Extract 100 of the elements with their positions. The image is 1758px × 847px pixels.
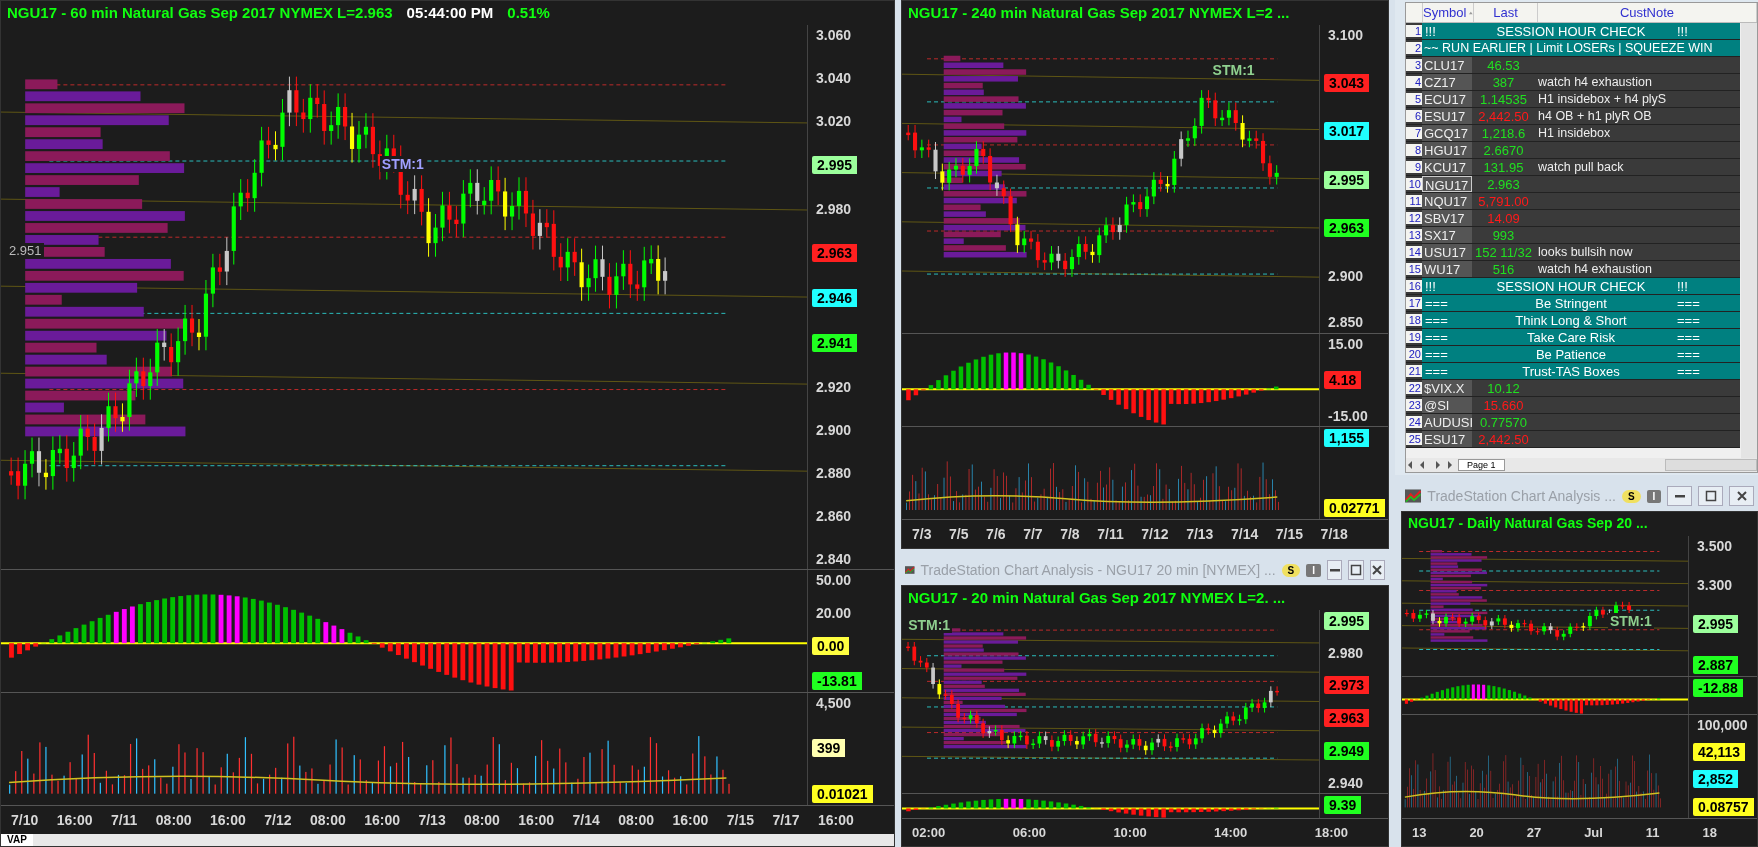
axis-label: 06:00 [1012, 825, 1046, 840]
price-cell-text: 46.53 [1486, 57, 1521, 73]
axis-label: Jul [1584, 825, 1603, 840]
symbol-cell[interactable]: SBV17 [1422, 210, 1472, 226]
price-cell-text: 387 [1491, 74, 1516, 90]
axis-label: 50.00 [815, 572, 852, 589]
row-number: 1 [1406, 25, 1422, 37]
row-number: 4 [1406, 76, 1422, 88]
axis-label: 2.860 [815, 508, 852, 524]
symbol-cell[interactable]: HGU17 [1422, 142, 1472, 158]
row-number: 22 [1406, 382, 1422, 394]
axis-label: 08:00 [155, 812, 192, 828]
column-header[interactable]: Last [1474, 3, 1538, 22]
price-tag: 0.08757 [1693, 797, 1754, 816]
banner-mark: !!! [1425, 278, 1437, 294]
axis-label: 16:00 [518, 812, 555, 828]
sheet-tab[interactable]: VAP [1, 834, 33, 846]
banner-text: ~~ RUN EARLIER | Limit LOSERs | SQUEEZE WIN [1422, 40, 1740, 56]
chart-title: 05:44:00 PM [406, 4, 494, 22]
banner-text: Take Care Risk [1525, 329, 1617, 345]
note-cell-text: looks bullsih now [1537, 245, 1634, 259]
banner-text: Be Patience [1534, 346, 1608, 362]
symbol-cell[interactable]: CZ17 [1422, 74, 1472, 90]
price-tag: 2.963 [1324, 708, 1370, 727]
row-number: 3 [1406, 59, 1422, 71]
axis-label: 16:00 [364, 812, 400, 828]
banner-mark: === [1677, 312, 1701, 328]
axis-label: 2.840 [815, 551, 852, 567]
symbol-cell[interactable]: SX17 [1422, 227, 1472, 243]
axis-label: 7/5 [949, 526, 969, 542]
price-tag: 0.00 [812, 637, 850, 656]
axis-label: 2.900 [815, 422, 852, 438]
axis-label: 7/18 [1320, 526, 1348, 542]
symbol-cell[interactable]: ESU17 [1422, 431, 1472, 447]
axis-label: 02:00 [912, 825, 946, 840]
banner-mark: === [1677, 295, 1701, 311]
symbol-cell[interactable]: USU17 [1422, 244, 1472, 260]
banner-text: SESSION HOUR CHECK [1495, 23, 1647, 39]
axis-label: 7/14 [1230, 526, 1259, 542]
column-header[interactable]: Symbol [1423, 3, 1474, 22]
note-cell-text: H1 insidebox + h4 plyS [1537, 92, 1668, 106]
sheet-tab[interactable]: Page 1 [1458, 459, 1505, 471]
symbol-cell[interactable]: $VIX.X [1422, 380, 1472, 396]
window-title: TradeStation Chart Analysis - NGU17 20 min [NYMEX] ... [920, 562, 1276, 578]
axis-label: 7/15 [1275, 526, 1304, 542]
price-tag: 2.995 [1324, 612, 1370, 630]
axis-label: 14:00 [1214, 825, 1248, 840]
price-tag: 0.01021 [812, 785, 873, 803]
axis-label: 4,500 [815, 695, 852, 712]
toolbar-dropdown-button[interactable]: S [1281, 563, 1301, 577]
price-tag: 2.995 [1324, 170, 1370, 189]
price-cell-text: 2.6670 [1482, 142, 1525, 158]
row-number: 25 [1406, 433, 1422, 445]
price-cell-text: 516 [1491, 261, 1516, 277]
axis-label: 08:00 [464, 812, 500, 828]
row-number: 23 [1406, 399, 1422, 411]
price-cell-text: 2,442.50 [1477, 108, 1530, 124]
symbol-cell[interactable]: KCU17 [1422, 159, 1472, 175]
toolbar-dropdown-button[interactable]: I [1646, 489, 1662, 503]
toolbar-dropdown-button[interactable]: S [1621, 489, 1641, 503]
banner-mark: === [1425, 295, 1449, 311]
row-number: 17 [1406, 297, 1422, 309]
price-cell-text: 5,791.00 [1477, 193, 1530, 209]
study-marker-label: STM:1 [1607, 613, 1654, 629]
axis-label: 20.00 [815, 604, 852, 621]
banner-mark: !!! [1425, 23, 1437, 39]
symbol-cell[interactable]: NGU17 [1422, 176, 1472, 192]
banner-text: SESSION HOUR CHECK [1495, 278, 1647, 294]
symbol-cell[interactable]: GCQ17 [1422, 125, 1472, 141]
chart-title: NGU17 - 60 min Natural Gas Sep 2017 NYMEX L=2.963 [7, 4, 393, 22]
price-tag: 3.017 [1324, 122, 1370, 141]
banner-mark: !!! [1677, 23, 1689, 39]
row-number: 15 [1406, 263, 1422, 275]
axis-label: -15.00 [1327, 407, 1368, 424]
banner-text: Be Stringent [1534, 295, 1608, 311]
symbol-cell[interactable]: AUDUSI [1422, 414, 1472, 430]
axis-label: 7/11 [1097, 526, 1124, 542]
axis-label: 7/6 [986, 526, 1006, 542]
symbol-cell[interactable]: @SI [1422, 397, 1472, 413]
axis-label: 16:00 [56, 812, 93, 828]
axis-label: 7/3 [912, 526, 932, 542]
banner-mark: === [1677, 329, 1701, 345]
row-number: 20 [1406, 348, 1422, 360]
price-tag: 2.995 [1693, 615, 1739, 634]
symbol-cell[interactable]: CLU17 [1422, 57, 1472, 73]
axis-label: 7/8 [1060, 526, 1080, 542]
price-cell-text: 15.660 [1482, 397, 1525, 413]
axis-label: 7/17 [772, 812, 800, 828]
axis-label: 7/13 [418, 812, 446, 828]
column-header[interactable]: CustNote [1538, 3, 1757, 22]
toolbar-dropdown-button[interactable]: I [1306, 563, 1322, 577]
axis-label: 7/10 [11, 812, 39, 828]
banner-text: Think Long & Short [1514, 312, 1628, 328]
symbol-cell[interactable]: WU17 [1422, 261, 1472, 277]
price-tag: 399 [812, 739, 846, 758]
banner-mark: === [1425, 329, 1449, 345]
chart-title: 0.51% [507, 4, 550, 22]
symbol-cell[interactable]: ESU17 [1422, 108, 1472, 124]
symbol-cell[interactable]: ECU17 [1422, 91, 1472, 107]
symbol-cell[interactable]: NQU17 [1422, 193, 1472, 209]
